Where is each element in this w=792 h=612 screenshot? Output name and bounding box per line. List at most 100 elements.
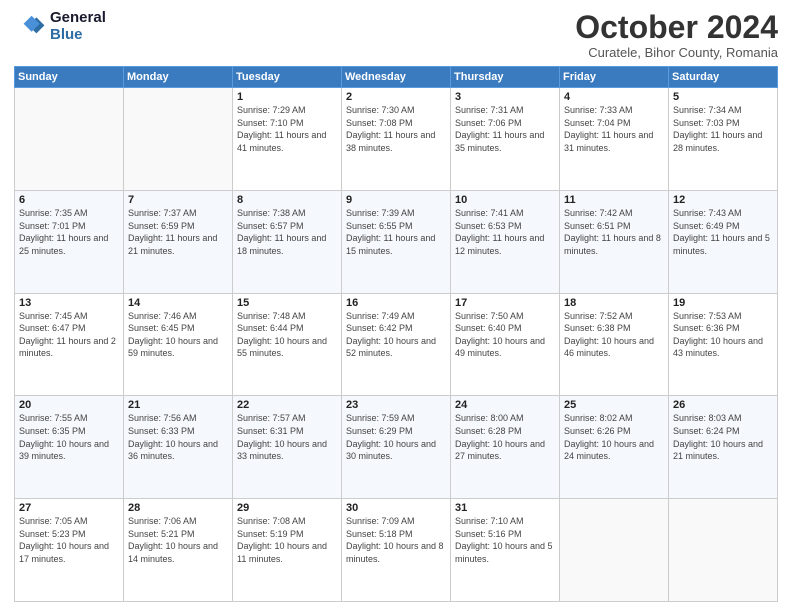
day-number: 25: [564, 399, 664, 411]
calendar-header-row: SundayMondayTuesdayWednesdayThursdayFrid…: [15, 67, 778, 88]
day-header-wednesday: Wednesday: [342, 67, 451, 88]
day-number: 13: [19, 297, 119, 309]
calendar-cell: [669, 499, 778, 602]
day-number: 2: [346, 91, 446, 103]
day-number: 26: [673, 399, 773, 411]
day-number: 7: [128, 194, 228, 206]
calendar-cell: 1Sunrise: 7:29 AMSunset: 7:10 PMDaylight…: [233, 88, 342, 191]
calendar-cell: 15Sunrise: 7:48 AMSunset: 6:44 PMDayligh…: [233, 293, 342, 396]
calendar-cell: 24Sunrise: 8:00 AMSunset: 6:28 PMDayligh…: [451, 396, 560, 499]
calendar-cell: 14Sunrise: 7:46 AMSunset: 6:45 PMDayligh…: [124, 293, 233, 396]
day-info: Sunrise: 7:59 AMSunset: 6:29 PMDaylight:…: [346, 412, 446, 462]
calendar-cell: 6Sunrise: 7:35 AMSunset: 7:01 PMDaylight…: [15, 190, 124, 293]
header: General Blue October 2024 Curatele, Biho…: [14, 10, 778, 60]
day-header-saturday: Saturday: [669, 67, 778, 88]
calendar-cell: 21Sunrise: 7:56 AMSunset: 6:33 PMDayligh…: [124, 396, 233, 499]
day-info: Sunrise: 7:05 AMSunset: 5:23 PMDaylight:…: [19, 515, 119, 565]
day-number: 22: [237, 399, 337, 411]
day-info: Sunrise: 7:56 AMSunset: 6:33 PMDaylight:…: [128, 412, 228, 462]
day-number: 6: [19, 194, 119, 206]
calendar-cell: 19Sunrise: 7:53 AMSunset: 6:36 PMDayligh…: [669, 293, 778, 396]
day-number: 16: [346, 297, 446, 309]
day-header-sunday: Sunday: [15, 67, 124, 88]
day-number: 18: [564, 297, 664, 309]
calendar-cell: 4Sunrise: 7:33 AMSunset: 7:04 PMDaylight…: [560, 88, 669, 191]
calendar-cell: 8Sunrise: 7:38 AMSunset: 6:57 PMDaylight…: [233, 190, 342, 293]
calendar-cell: 13Sunrise: 7:45 AMSunset: 6:47 PMDayligh…: [15, 293, 124, 396]
day-number: 21: [128, 399, 228, 411]
day-header-thursday: Thursday: [451, 67, 560, 88]
calendar-week-3: 20Sunrise: 7:55 AMSunset: 6:35 PMDayligh…: [15, 396, 778, 499]
day-info: Sunrise: 7:50 AMSunset: 6:40 PMDaylight:…: [455, 310, 555, 360]
day-number: 8: [237, 194, 337, 206]
month-title: October 2024: [575, 10, 778, 45]
day-number: 14: [128, 297, 228, 309]
day-info: Sunrise: 7:52 AMSunset: 6:38 PMDaylight:…: [564, 310, 664, 360]
day-info: Sunrise: 8:02 AMSunset: 6:26 PMDaylight:…: [564, 412, 664, 462]
calendar-week-0: 1Sunrise: 7:29 AMSunset: 7:10 PMDaylight…: [15, 88, 778, 191]
day-info: Sunrise: 7:09 AMSunset: 5:18 PMDaylight:…: [346, 515, 446, 565]
calendar-cell: 3Sunrise: 7:31 AMSunset: 7:06 PMDaylight…: [451, 88, 560, 191]
day-header-friday: Friday: [560, 67, 669, 88]
calendar-cell: 30Sunrise: 7:09 AMSunset: 5:18 PMDayligh…: [342, 499, 451, 602]
day-info: Sunrise: 7:57 AMSunset: 6:31 PMDaylight:…: [237, 412, 337, 462]
calendar-cell: 10Sunrise: 7:41 AMSunset: 6:53 PMDayligh…: [451, 190, 560, 293]
day-number: 12: [673, 194, 773, 206]
calendar-week-4: 27Sunrise: 7:05 AMSunset: 5:23 PMDayligh…: [15, 499, 778, 602]
day-info: Sunrise: 7:33 AMSunset: 7:04 PMDaylight:…: [564, 104, 664, 154]
calendar-cell: 26Sunrise: 8:03 AMSunset: 6:24 PMDayligh…: [669, 396, 778, 499]
calendar-cell: 27Sunrise: 7:05 AMSunset: 5:23 PMDayligh…: [15, 499, 124, 602]
day-number: 23: [346, 399, 446, 411]
day-info: Sunrise: 7:45 AMSunset: 6:47 PMDaylight:…: [19, 310, 119, 360]
calendar-cell: 25Sunrise: 8:02 AMSunset: 6:26 PMDayligh…: [560, 396, 669, 499]
day-info: Sunrise: 7:43 AMSunset: 6:49 PMDaylight:…: [673, 207, 773, 257]
day-info: Sunrise: 7:31 AMSunset: 7:06 PMDaylight:…: [455, 104, 555, 154]
calendar-cell: 11Sunrise: 7:42 AMSunset: 6:51 PMDayligh…: [560, 190, 669, 293]
day-info: Sunrise: 7:29 AMSunset: 7:10 PMDaylight:…: [237, 104, 337, 154]
day-info: Sunrise: 7:34 AMSunset: 7:03 PMDaylight:…: [673, 104, 773, 154]
logo-icon: [14, 11, 46, 43]
day-info: Sunrise: 7:42 AMSunset: 6:51 PMDaylight:…: [564, 207, 664, 257]
day-info: Sunrise: 7:38 AMSunset: 6:57 PMDaylight:…: [237, 207, 337, 257]
day-info: Sunrise: 7:46 AMSunset: 6:45 PMDaylight:…: [128, 310, 228, 360]
day-number: 31: [455, 502, 555, 514]
calendar-cell: 22Sunrise: 7:57 AMSunset: 6:31 PMDayligh…: [233, 396, 342, 499]
day-number: 17: [455, 297, 555, 309]
day-number: 24: [455, 399, 555, 411]
logo-text: General Blue: [50, 10, 106, 43]
calendar-cell: [560, 499, 669, 602]
day-number: 1: [237, 91, 337, 103]
day-number: 11: [564, 194, 664, 206]
calendar-cell: 18Sunrise: 7:52 AMSunset: 6:38 PMDayligh…: [560, 293, 669, 396]
day-number: 19: [673, 297, 773, 309]
calendar-cell: 17Sunrise: 7:50 AMSunset: 6:40 PMDayligh…: [451, 293, 560, 396]
day-info: Sunrise: 8:00 AMSunset: 6:28 PMDaylight:…: [455, 412, 555, 462]
day-header-monday: Monday: [124, 67, 233, 88]
calendar-table: SundayMondayTuesdayWednesdayThursdayFrid…: [14, 66, 778, 602]
calendar-cell: 7Sunrise: 7:37 AMSunset: 6:59 PMDaylight…: [124, 190, 233, 293]
day-number: 20: [19, 399, 119, 411]
day-number: 29: [237, 502, 337, 514]
location-subtitle: Curatele, Bihor County, Romania: [575, 45, 778, 60]
day-number: 3: [455, 91, 555, 103]
day-info: Sunrise: 7:10 AMSunset: 5:16 PMDaylight:…: [455, 515, 555, 565]
day-info: Sunrise: 7:35 AMSunset: 7:01 PMDaylight:…: [19, 207, 119, 257]
calendar-cell: 5Sunrise: 7:34 AMSunset: 7:03 PMDaylight…: [669, 88, 778, 191]
day-number: 4: [564, 91, 664, 103]
calendar-cell: 23Sunrise: 7:59 AMSunset: 6:29 PMDayligh…: [342, 396, 451, 499]
day-number: 27: [19, 502, 119, 514]
day-info: Sunrise: 7:55 AMSunset: 6:35 PMDaylight:…: [19, 412, 119, 462]
day-info: Sunrise: 7:48 AMSunset: 6:44 PMDaylight:…: [237, 310, 337, 360]
day-info: Sunrise: 7:37 AMSunset: 6:59 PMDaylight:…: [128, 207, 228, 257]
day-number: 30: [346, 502, 446, 514]
day-info: Sunrise: 8:03 AMSunset: 6:24 PMDaylight:…: [673, 412, 773, 462]
calendar-week-2: 13Sunrise: 7:45 AMSunset: 6:47 PMDayligh…: [15, 293, 778, 396]
logo: General Blue: [14, 10, 106, 43]
calendar-cell: 2Sunrise: 7:30 AMSunset: 7:08 PMDaylight…: [342, 88, 451, 191]
day-number: 15: [237, 297, 337, 309]
calendar-cell: [15, 88, 124, 191]
day-header-tuesday: Tuesday: [233, 67, 342, 88]
day-number: 28: [128, 502, 228, 514]
day-info: Sunrise: 7:41 AMSunset: 6:53 PMDaylight:…: [455, 207, 555, 257]
title-block: October 2024 Curatele, Bihor County, Rom…: [575, 10, 778, 60]
